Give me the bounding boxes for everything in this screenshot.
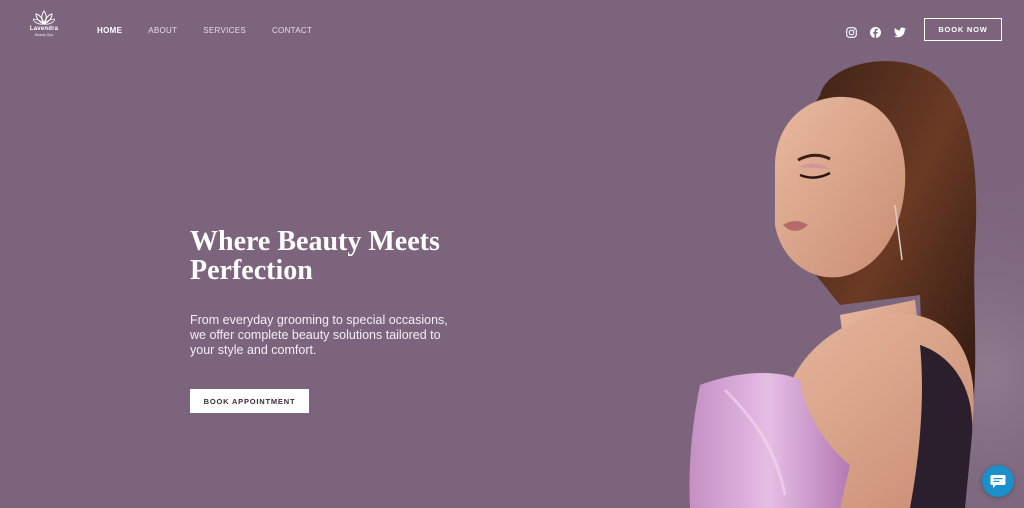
book-now-button[interactable]: BOOK NOW: [924, 18, 1002, 41]
model-portrait-image: [680, 55, 1024, 508]
nav-item-services[interactable]: SERVICES: [203, 26, 246, 35]
hero-subtitle: From everyday grooming to special occasi…: [190, 313, 448, 357]
social-links: [846, 25, 906, 38]
brand-logo[interactable]: Lavendra Beauty Spa: [28, 10, 60, 37]
nav-item-home[interactable]: HOME: [97, 26, 122, 35]
nav-item-contact[interactable]: CONTACT: [272, 26, 312, 35]
brand-name: Lavendra: [29, 26, 59, 32]
facebook-icon[interactable]: [870, 25, 881, 38]
hero-title: Where Beauty Meets Perfection: [190, 226, 440, 286]
nav-item-about[interactable]: ABOUT: [148, 26, 177, 35]
chat-icon: [990, 474, 1006, 488]
book-appointment-button[interactable]: BOOK APPOINTMENT: [190, 389, 309, 413]
twitter-icon[interactable]: [894, 25, 906, 38]
instagram-icon[interactable]: [846, 25, 857, 38]
main-nav: HOME ABOUT SERVICES CONTACT: [97, 26, 312, 35]
lotus-icon: [33, 10, 55, 25]
brand-tagline: Beauty Spa: [34, 33, 54, 37]
chat-button[interactable]: [982, 465, 1014, 497]
